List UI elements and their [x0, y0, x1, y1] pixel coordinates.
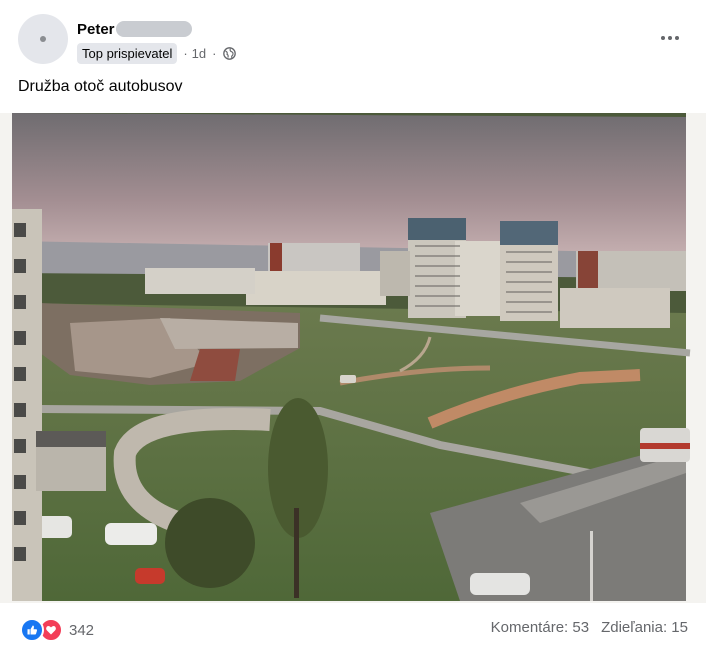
globe-icon[interactable] [223, 46, 237, 60]
top-contributor-badge[interactable]: Top prispievatel [77, 42, 178, 64]
meta-separator: · [183, 45, 188, 61]
author-name[interactable]: Peter [77, 21, 115, 38]
post-meta: Top prispievatel · 1d · [77, 42, 237, 64]
meta-separator: · [212, 45, 217, 61]
post-footer: 342 Komentáre: 53 Zdieľania: 15 [0, 603, 706, 649]
redacted-surname [115, 21, 192, 37]
avatar[interactable] [18, 14, 68, 64]
shares-count[interactable]: Zdieľania: 15 [601, 619, 688, 636]
avatar-placeholder [40, 36, 46, 42]
reaction-count[interactable]: 342 [69, 622, 94, 639]
photo-illustration [12, 113, 691, 601]
reaction-summary[interactable]: 342 [20, 618, 94, 642]
author-row: Peter [77, 20, 192, 38]
post-photo[interactable] [0, 113, 706, 603]
like-icon [20, 618, 44, 642]
post-header: Peter Top prispievatel · 1d · [0, 0, 706, 70]
post-time[interactable]: 1d [192, 46, 206, 61]
post-stats: Komentáre: 53 Zdieľania: 15 [491, 619, 688, 636]
post-menu-button[interactable] [652, 26, 688, 50]
post-caption: Družba otoč autobusov [18, 78, 183, 95]
more-horizontal-icon [661, 36, 665, 40]
comments-count[interactable]: Komentáre: 53 [491, 619, 589, 636]
